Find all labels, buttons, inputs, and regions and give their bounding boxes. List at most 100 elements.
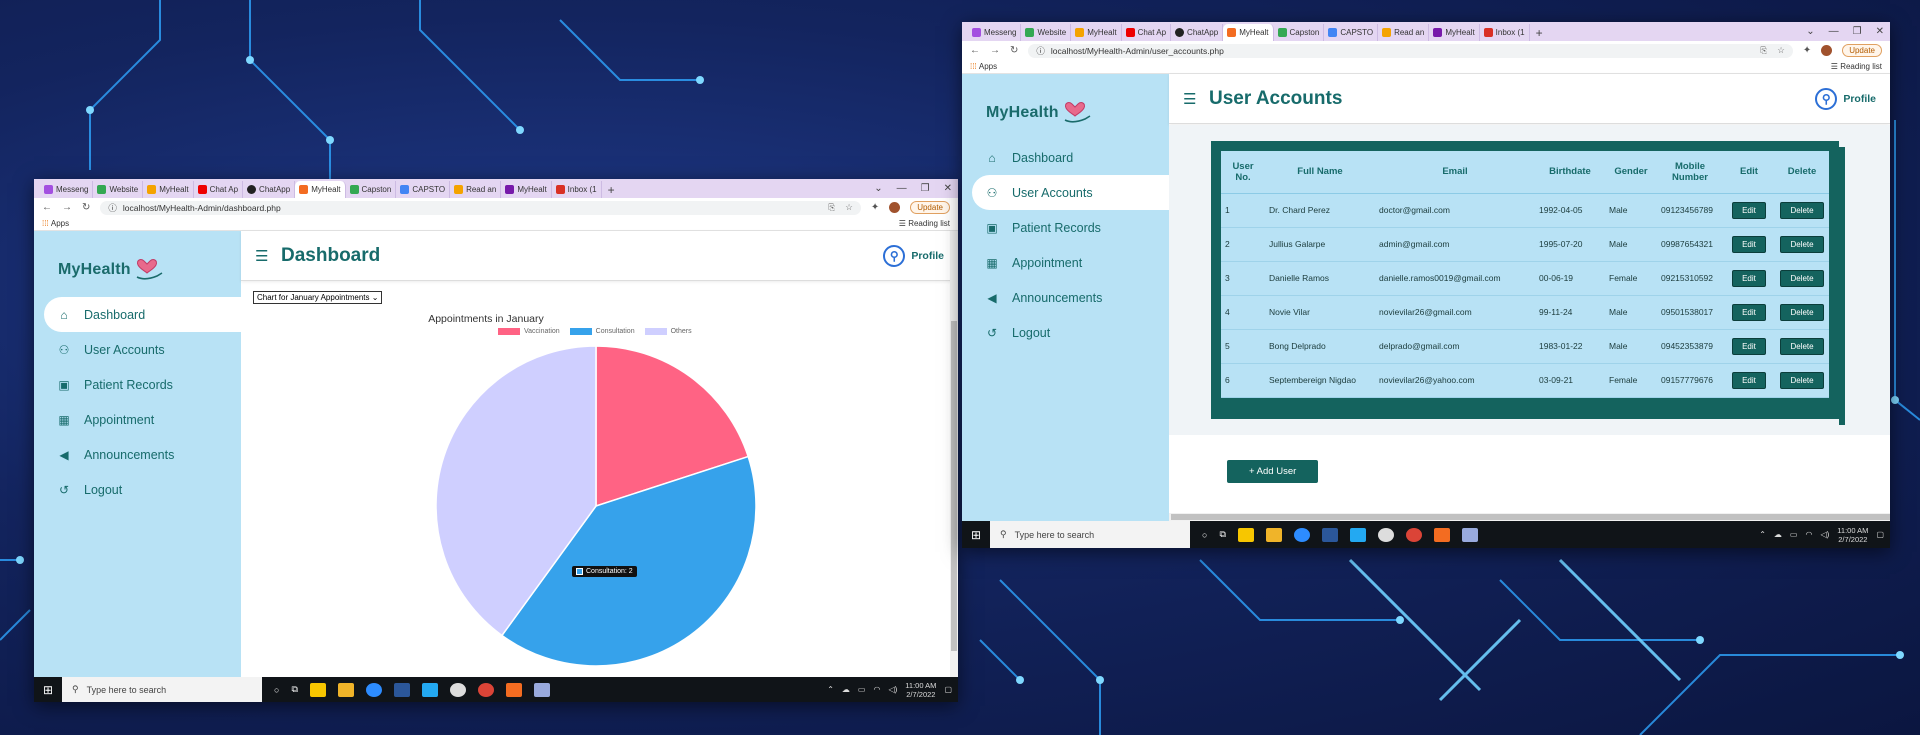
reload-icon[interactable]: ↻ [1010, 45, 1018, 56]
add-user-button[interactable]: + Add User [1227, 460, 1319, 483]
address-bar[interactable]: ⓘ localhost/MyHealth-Admin/user_accounts… [1028, 43, 1793, 58]
legend-item-vaccination[interactable]: Vaccination [498, 328, 560, 335]
xampp-icon[interactable] [505, 682, 522, 697]
tab-search-icon[interactable]: ⌄ [874, 183, 882, 194]
update-button[interactable]: Update [1842, 44, 1882, 57]
browser-tab[interactable]: MyHealt [143, 181, 194, 198]
sidebar-item-dashboard[interactable]: ⌂ Dashboard [962, 140, 1169, 175]
delete-button[interactable]: Delete [1780, 371, 1824, 389]
chart-select[interactable]: Chart for January Appointments ⌄ [253, 291, 383, 304]
delete-button[interactable]: Delete [1780, 201, 1824, 219]
volume-icon[interactable]: ◁) [1820, 530, 1829, 539]
new-tab-button[interactable]: + [602, 181, 621, 198]
install-icon[interactable]: ⎘ [828, 202, 835, 213]
browser-tab[interactable]: CAPSTO [396, 181, 451, 198]
windows-start-icon[interactable]: ⊞ [962, 528, 990, 542]
taskbar-search[interactable]: ⚲ Type here to search [62, 677, 262, 702]
browser-tab[interactable]: ChatApp [1171, 24, 1224, 41]
user-avatar[interactable] [1821, 45, 1833, 56]
browser-tab[interactable]: MyHealt [1429, 24, 1480, 41]
browser-tab[interactable]: ChatApp [243, 181, 296, 198]
maximize-button[interactable]: ❐ [921, 183, 930, 194]
tray-arrow-icon[interactable]: ⌃ [1759, 530, 1766, 539]
user-avatar[interactable] [889, 202, 901, 213]
legend-item-others[interactable]: Others [644, 328, 692, 335]
sidebar-item-dashboard[interactable]: ⌂ Dashboard [44, 297, 241, 332]
sidebar-item-logout[interactable]: ↺ Logout [34, 472, 241, 507]
back-icon[interactable]: ← [42, 202, 52, 213]
vertical-scrollbar[interactable] [950, 231, 958, 677]
address-bar[interactable]: ⓘ localhost/MyHealth-Admin/dashboard.php… [100, 200, 861, 215]
reading-list[interactable]: ☰ Reading list [899, 219, 950, 228]
battery-icon[interactable]: ▭ [858, 685, 866, 694]
browser-tab-active[interactable]: MyHealt [1223, 24, 1274, 41]
clock[interactable]: 11:00 AM 2/7/2022 [905, 681, 936, 699]
sidebar-item-appointment[interactable]: ▦ Appointment [962, 245, 1169, 280]
scrollbar-thumb[interactable] [1171, 514, 1890, 520]
sidebar-item-appointment[interactable]: ▦ Appointment [34, 402, 241, 437]
bookmark-star-icon[interactable]: ☆ [1777, 45, 1785, 56]
minimize-button[interactable]: — [897, 183, 907, 194]
apps-bookmark[interactable]: Apps [51, 219, 69, 228]
task-view-icon[interactable]: ⧉ [291, 684, 297, 695]
browser-tab[interactable]: Read an [450, 181, 502, 198]
bookmark-star-icon[interactable]: ☆ [845, 202, 853, 213]
tray-arrow-icon[interactable]: ⌃ [827, 685, 834, 694]
delete-button[interactable]: Delete [1780, 337, 1824, 355]
sidebar-item-patient-records[interactable]: ▣ Patient Records [34, 367, 241, 402]
browser-tab[interactable]: MyHealt [501, 181, 552, 198]
cortana-icon[interactable]: ○ [274, 685, 279, 695]
apps-bookmark[interactable]: Apps [979, 62, 997, 71]
clock[interactable]: 11:00 AM 2/7/2022 [1837, 526, 1868, 544]
update-button[interactable]: Update [910, 201, 950, 214]
wifi-icon[interactable]: ◠ [1805, 530, 1812, 539]
browser-tab[interactable]: Capston [1274, 24, 1325, 41]
edit-button[interactable]: Edit [1732, 303, 1766, 321]
task-view-icon[interactable]: ⧉ [1219, 529, 1225, 540]
vscode-icon[interactable] [421, 682, 438, 697]
sidebar-item-user-accounts[interactable]: ⚇ User Accounts [34, 332, 241, 367]
cortana-icon[interactable]: ○ [1202, 530, 1207, 540]
reload-icon[interactable]: ↻ [82, 202, 90, 213]
delete-button[interactable]: Delete [1780, 269, 1824, 287]
legend-item-consultation[interactable]: Consultation [569, 328, 635, 335]
browser-tab[interactable]: Read an [1378, 24, 1430, 41]
app-icon[interactable] [1377, 527, 1394, 542]
forward-icon[interactable]: → [990, 45, 1000, 56]
browser-tab[interactable]: Messeng [968, 24, 1022, 41]
browser-tab[interactable]: Messeng [40, 181, 94, 198]
zoom-icon[interactable] [1293, 527, 1310, 542]
xampp-icon[interactable] [1433, 527, 1450, 542]
sidebar-item-announcements[interactable]: ◀ Announcements [962, 280, 1169, 315]
file-explorer-icon[interactable] [1265, 527, 1282, 542]
edit-button[interactable]: Edit [1732, 269, 1766, 287]
sidebar-item-logout[interactable]: ↺ Logout [962, 315, 1169, 350]
edit-button[interactable]: Edit [1732, 201, 1766, 219]
delete-button[interactable]: Delete [1780, 235, 1824, 253]
forward-icon[interactable]: → [62, 202, 72, 213]
profile-link[interactable]: ⚲ Profile [883, 244, 944, 267]
close-button[interactable]: ✕ [944, 183, 952, 194]
new-tab-button[interactable]: + [1530, 24, 1549, 41]
windows-start-icon[interactable]: ⊞ [34, 683, 62, 697]
sidebar-item-patient-records[interactable]: ▣ Patient Records [962, 210, 1169, 245]
profile-link[interactable]: ⚲ Profile [1815, 87, 1876, 110]
edit-button[interactable]: Edit [1732, 235, 1766, 253]
word-icon[interactable] [1321, 527, 1338, 542]
tab-search-icon[interactable]: ⌄ [1806, 26, 1814, 37]
app-icon[interactable] [1461, 527, 1478, 542]
onedrive-icon[interactable]: ☁ [842, 685, 850, 694]
notifications-icon[interactable]: ▢ [944, 685, 952, 694]
app-icon[interactable] [533, 682, 550, 697]
browser-tab[interactable]: Capston [346, 181, 397, 198]
back-icon[interactable]: ← [970, 45, 980, 56]
sticky-notes-icon[interactable] [1237, 527, 1254, 542]
close-button[interactable]: ✕ [1876, 26, 1884, 37]
word-icon[interactable] [393, 682, 410, 697]
browser-tab[interactable]: Inbox (1 [552, 181, 602, 198]
browser-tab[interactable]: Website [1021, 24, 1072, 41]
menu-icon[interactable]: ☰ [255, 247, 281, 265]
battery-icon[interactable]: ▭ [1790, 530, 1798, 539]
browser-tab[interactable]: Website [93, 181, 144, 198]
onedrive-icon[interactable]: ☁ [1774, 530, 1782, 539]
